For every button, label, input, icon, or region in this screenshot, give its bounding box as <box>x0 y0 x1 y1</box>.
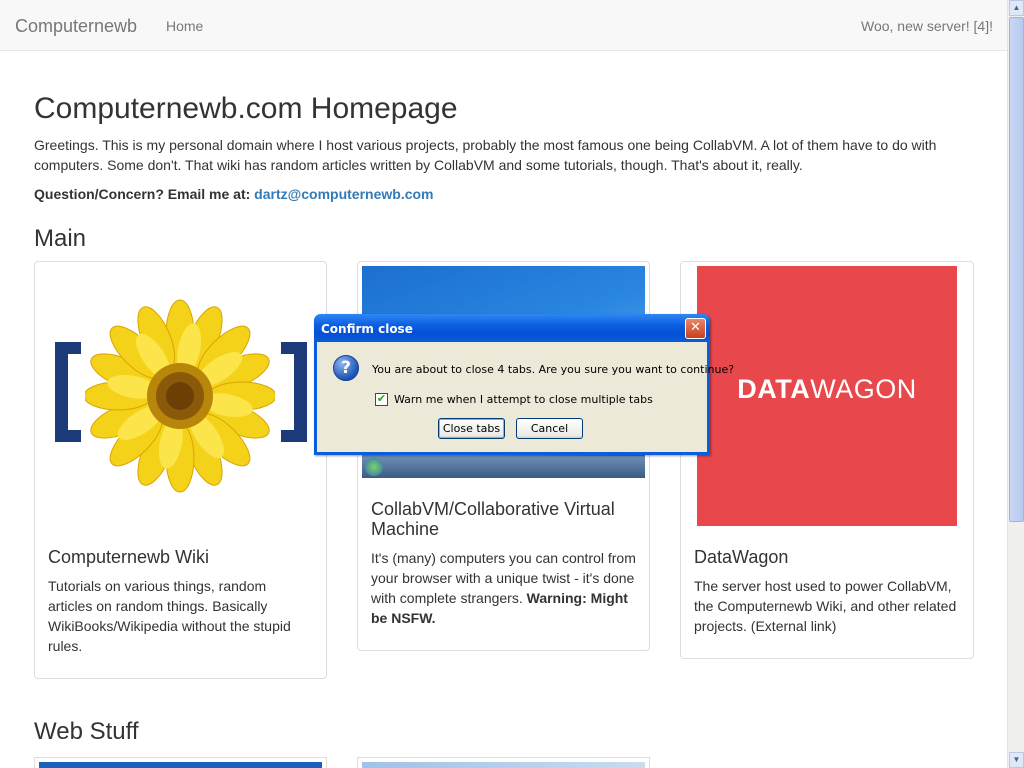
dialog-title: Confirm close <box>321 322 413 336</box>
right-bracket-shape <box>294 342 307 442</box>
web-stuff-card-1[interactable] <box>34 757 327 768</box>
left-bracket-top <box>55 342 81 354</box>
section-heading-web-stuff: Web Stuff <box>34 718 139 745</box>
wiki-logo <box>39 266 323 511</box>
left-bracket-shape <box>55 342 68 442</box>
section-heading-main: Main <box>34 225 87 252</box>
card-title[interactable]: DataWagon <box>694 547 788 567</box>
cancel-button[interactable]: Cancel <box>516 418 583 439</box>
thumbnail-image <box>39 762 322 768</box>
warn-checkbox-label[interactable]: Warn me when I attempt to close multiple… <box>394 393 653 406</box>
scroll-thumb[interactable] <box>1009 17 1024 522</box>
page-title: Computernewb.com Homepage <box>34 92 458 125</box>
top-navbar: Computernewb Home Woo, new server! [4]! <box>0 0 1007 51</box>
card-description: It's (many) computers you can control fr… <box>371 548 636 628</box>
start-orb-icon <box>365 458 383 476</box>
sunflower-icon <box>85 299 275 493</box>
nav-news-link[interactable]: Woo, new server! [4]! <box>861 18 993 34</box>
card-wiki[interactable]: Computernewb Wiki Tutorials on various t… <box>34 261 327 679</box>
contact-line: Question/Concern? Email me at: dartz@com… <box>34 186 434 202</box>
thumbnail-image <box>362 762 645 768</box>
dialog-message: You are about to close 4 tabs. Are you s… <box>372 363 735 376</box>
right-bracket-bottom <box>281 430 307 442</box>
dialog-body: ? You are about to close 4 tabs. Are you… <box>317 342 734 452</box>
intro-paragraph: Greetings. This is my personal domain wh… <box>34 137 937 173</box>
card-title[interactable]: CollabVM/Collaborative Virtual Machine <box>371 499 636 539</box>
web-stuff-card-2[interactable] <box>357 757 650 768</box>
contact-email-link[interactable]: dartz@computernewb.com <box>254 186 433 202</box>
dialog-titlebar[interactable]: Confirm close ✕ <box>314 314 710 342</box>
taskbar-image <box>362 456 645 478</box>
right-bracket-top <box>281 342 307 354</box>
scroll-up-icon[interactable]: ▲ <box>1009 0 1024 16</box>
contact-label: Question/Concern? Email me at: <box>34 186 251 202</box>
question-icon: ? <box>333 355 359 381</box>
card-description: Tutorials on various things, random arti… <box>48 578 291 654</box>
confirm-close-dialog: Confirm close ✕ ? You are about to close… <box>314 314 734 455</box>
card-description: The server host used to power CollabVM, … <box>694 578 957 634</box>
close-icon[interactable]: ✕ <box>685 318 706 339</box>
close-tabs-button[interactable]: Close tabs <box>438 418 505 439</box>
left-bracket-bottom <box>55 430 81 442</box>
datawagon-logo: DATAWAGON <box>697 266 957 526</box>
vertical-scrollbar[interactable]: ▲ ▼ <box>1007 0 1024 768</box>
datawagon-logo-text: DATAWAGON <box>697 374 957 405</box>
card-datawagon[interactable]: DATAWAGON DataWagon The server host used… <box>680 261 974 659</box>
brand-link[interactable]: Computernewb <box>15 16 137 37</box>
warn-checkbox[interactable]: ✔ <box>375 393 388 406</box>
scroll-down-icon[interactable]: ▼ <box>1009 752 1024 768</box>
logo-light-part: WAGON <box>810 374 917 404</box>
card-title[interactable]: Computernewb Wiki <box>48 547 209 567</box>
logo-bold-part: DATA <box>737 374 811 404</box>
nav-home-link[interactable]: Home <box>166 18 203 34</box>
